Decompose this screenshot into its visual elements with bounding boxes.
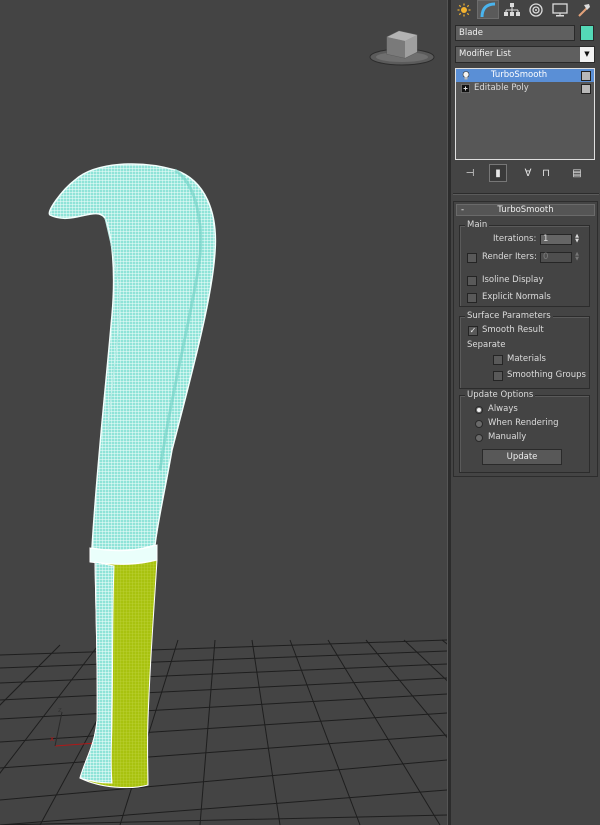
- remove-modifier-icon[interactable]: ⊓: [537, 164, 555, 182]
- turbosmooth-rollout: - TurboSmooth Main Iterations: 1 ▲ ▼ Rend…: [453, 201, 598, 477]
- panel-separator: [453, 193, 599, 195]
- ground-grid: [0, 639, 447, 825]
- main-group: Main Iterations: 1 ▲ ▼ Render Iters: 0 ▲ ▼…: [459, 220, 590, 307]
- stack-item-label: Editable Poly: [474, 83, 529, 93]
- display-tab[interactable]: [549, 0, 571, 19]
- smoothing-groups-label: Smoothing Groups: [507, 370, 586, 380]
- blade-mesh[interactable]: [48, 163, 217, 552]
- explicit-normals-label: Explicit Normals: [482, 292, 551, 302]
- update-manually-label: Manually: [488, 432, 527, 442]
- stack-item-checkbox[interactable]: [581, 84, 591, 94]
- update-manually-radio[interactable]: [475, 434, 483, 442]
- create-tab[interactable]: [453, 0, 475, 19]
- update-always-radio[interactable]: [475, 406, 483, 414]
- update-options-group: Update Options Always When Rendering Man…: [459, 390, 590, 473]
- smooth-result-label: Smooth Result: [482, 325, 544, 335]
- lightbulb-icon[interactable]: [462, 71, 470, 80]
- spinner-arrows-icon[interactable]: ▲ ▼: [573, 252, 581, 263]
- materials-label: Materials: [507, 354, 546, 364]
- update-when-rendering-label: When Rendering: [488, 418, 559, 428]
- sun-icon: [457, 3, 471, 16]
- axis-label-z: z: [58, 706, 62, 714]
- stack-toolbar: ⊣ ▮ ∀ ⊓ ▤: [455, 163, 595, 183]
- object-name-field[interactable]: Blade: [455, 25, 575, 41]
- rollout-header[interactable]: - TurboSmooth: [456, 204, 595, 216]
- stack-item-turbosmooth[interactable]: TurboSmooth: [456, 69, 594, 82]
- viewport-canvas[interactable]: x z: [0, 0, 447, 825]
- isoline-display-label: Isoline Display: [482, 275, 544, 285]
- hammer-icon: [578, 3, 590, 17]
- monitor-icon: [552, 2, 568, 16]
- stack-item-label: TurboSmooth: [491, 70, 548, 80]
- modifier-list-dropdown[interactable]: Modifier List ▼: [455, 46, 595, 63]
- group-title: Update Options: [465, 390, 536, 401]
- show-end-result-icon[interactable]: ▮: [489, 164, 507, 182]
- spinner-arrows-icon[interactable]: ▲ ▼: [573, 234, 581, 245]
- make-unique-icon[interactable]: ∀: [519, 164, 537, 182]
- hierarchy-icon: [504, 2, 520, 16]
- object-color-swatch[interactable]: [580, 25, 594, 41]
- update-when-rendering-radio[interactable]: [475, 420, 483, 428]
- update-button[interactable]: Update: [482, 449, 562, 465]
- isoline-display-checkbox[interactable]: [467, 276, 477, 286]
- command-panel-tabs: [453, 0, 598, 20]
- configure-sets-icon[interactable]: ▤: [568, 164, 586, 182]
- stack-item-checkbox[interactable]: [581, 71, 591, 81]
- axis-label-x: x: [50, 735, 54, 743]
- explicit-normals-checkbox[interactable]: [467, 293, 477, 303]
- chevron-down-icon[interactable]: ▼: [580, 47, 594, 62]
- perspective-viewport[interactable]: x z: [0, 0, 447, 825]
- expand-plus-icon[interactable]: [461, 84, 470, 93]
- group-title: Surface Parameters: [465, 311, 553, 322]
- separate-label: Separate: [467, 340, 506, 350]
- rollout-title: TurboSmooth: [497, 205, 554, 215]
- iterations-label: Iterations:: [493, 234, 537, 244]
- utilities-tab[interactable]: [573, 0, 595, 19]
- motion-tab[interactable]: [525, 0, 547, 19]
- render-iters-checkbox[interactable]: [467, 253, 477, 263]
- smoothing-groups-checkbox[interactable]: [493, 371, 503, 381]
- group-title: Main: [465, 220, 490, 231]
- modifier-stack[interactable]: TurboSmooth Editable Poly: [455, 68, 595, 160]
- iterations-spinner[interactable]: 1: [540, 234, 572, 245]
- collapse-icon: -: [461, 205, 465, 215]
- arc-icon: [480, 2, 496, 17]
- modify-tab[interactable]: [477, 0, 499, 19]
- modifier-list-label: Modifier List: [459, 49, 511, 59]
- materials-checkbox[interactable]: [493, 355, 503, 365]
- pin-stack-icon[interactable]: ⊣: [461, 164, 479, 182]
- render-iters-spinner[interactable]: 0: [540, 252, 572, 263]
- stack-item-editable-poly[interactable]: Editable Poly: [456, 82, 594, 95]
- render-iters-label: Render Iters:: [482, 252, 537, 262]
- surface-parameters-group: Surface Parameters ✓ Smooth Result Separ…: [459, 311, 590, 389]
- handle-wire-face: [79, 561, 115, 784]
- update-always-label: Always: [488, 404, 518, 414]
- smooth-result-checkbox[interactable]: ✓: [468, 326, 478, 336]
- command-panel: Blade Modifier List ▼ TurboSmooth Editab…: [451, 0, 600, 825]
- motion-icon: [529, 2, 543, 17]
- hierarchy-tab[interactable]: [501, 0, 523, 19]
- viewcube[interactable]: [369, 30, 435, 66]
